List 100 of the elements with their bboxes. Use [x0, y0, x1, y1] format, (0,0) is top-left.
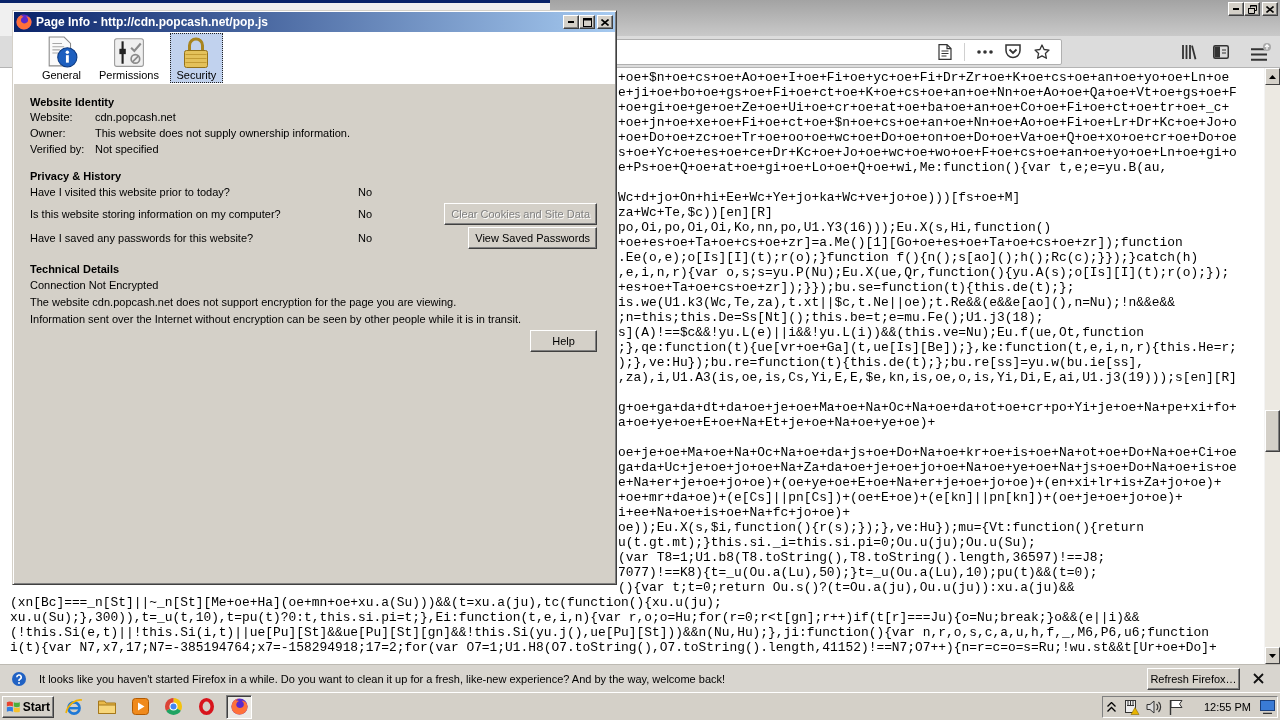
refresh-button[interactable]: Refresh Firefox…	[1147, 667, 1240, 690]
up-triangle-icon	[1269, 74, 1276, 79]
code-line: (){var t;t=0;return Ou.s()?(t=Ou.a(ju),Ou.u(ju)):xu.a(ju)&&	[618, 580, 1075, 595]
section-heading: Website Identity	[30, 95, 116, 109]
code-line: +es+oe+Ta+oe+cs+oe+zr]);}});bu.se=function(t){this.de(t);};	[618, 280, 1075, 295]
close-icon[interactable]	[1253, 673, 1264, 684]
network-warning-icon[interactable]	[1123, 698, 1140, 715]
code-line: g+oe+ga+da+dt+da+oe+je+oe+Ma+oe+Na+Oc+Na+oe+da+ot+oe+cr+po+Yi+je+oe+Na+pe+xi+fo+	[618, 400, 1237, 415]
down-triangle-icon	[1269, 653, 1276, 658]
minimize-icon	[1233, 8, 1239, 10]
dialog-tab[interactable]: Security	[169, 33, 223, 83]
code-line: .Ee(o,e);o[Is][I](t);r(o);}function f(){n();s[ao]();h();Rc(c);}});}catch(h)	[618, 250, 1199, 265]
code-line: u(t.gt.mt);}this.si._i=this.si.pi=0;Ou.u(ju);Ou.u(Su);	[618, 535, 1036, 550]
code-line: 7077)!==K8){t=_u(Ou.a(Lu),50);}t=_u(Ou.a(Lu),10);pu(t)&&(t=0);	[618, 565, 1098, 580]
ellipsis-icon[interactable]	[977, 49, 993, 54]
code-line: e+Na+er+je+oe+jo+oe)+(oe+ye+oe+E+oe+Na+er+je+oe+jo+oe)+(en+xi+lr+is+Za+jo+oe)+	[618, 475, 1222, 490]
four-pane-flag-icon	[6, 699, 21, 714]
shield-chevron-icon[interactable]	[1005, 44, 1021, 59]
dialog-tab[interactable]: General	[35, 33, 88, 83]
scroll-down-button[interactable]	[1265, 647, 1280, 664]
padlock-icon	[183, 36, 210, 68]
question-icon	[12, 671, 26, 686]
o-ring-icon	[198, 698, 214, 715]
code-line: ;},qe:function(t){ue[vr+oe+Ga](t,ue[Is][Be]);},ke:function(t,e,i,n,r){this.He=r;	[618, 340, 1237, 355]
sidebar-icon[interactable]	[1213, 44, 1229, 59]
code-line: e+ji+oe+bo+oe+gs+oe+Fi+oe+ct+oe+K+oe+cs+oe+an+oe+Nn+oe+Ao+oe+Qa+oe+Vt+oe+gs+oe+F	[618, 85, 1237, 100]
scroll-up-button[interactable]	[1265, 68, 1280, 85]
code-line: (xn[Bc]===_n[St]||~_n[St][Me+oe+Ha](oe+mn+oe+xu.a(Su)))&&(t=xu.a(ju),tc(function(){xu.u(ju);	[10, 595, 722, 610]
question-text: Have I visited this website prior to today?	[30, 186, 231, 198]
code-line: i(t){var N7,x7,17;N7=-385194764;x7=-158294918;17=2;for(var O7=1;U1.H8(O7.toString(),O7.toString().length,41152)!==N7;O7++){n=r=c=o=s=Ru;!wu.st&&t[Ur+oe+Do]+	[10, 640, 1217, 655]
code-line: s](A)!==$c&&!yu.L(e)||i&&!yu.L(i))&&(this.ve=Nu);Eu.f(ue,Ot,function	[618, 325, 1145, 340]
code-line: ,e,i,n,r){var o,s;s=yu.P(Nu);Eu.X(ue,Qr,function(){yu.A(s);o[Is][I](t);r(o);});	[618, 265, 1230, 280]
scrollbar-thumb[interactable]	[1265, 410, 1280, 452]
field-label: Website:	[30, 110, 74, 125]
play-icon	[131, 698, 149, 715]
answer-text: No	[358, 232, 373, 244]
answer-text: No	[358, 186, 373, 198]
code-line: +oe+$n+oe+cs+oe+Ao+oe+I+oe+Fi+oe+yc+oe+Fi+Dr+Zr+oe+K+oe+cs+oe+an+oe+yo+oe+Ln+oe	[618, 70, 1230, 85]
desktop-icon[interactable]	[1260, 699, 1275, 714]
field-label: Verified by:	[30, 142, 86, 157]
code-line: i+ee+Na+oe+is+oe+Na+fc+jo+oe)+	[618, 505, 851, 520]
code-line: s+oe+Yc+oe+es+oe+ce+Dr+Kc+oe+Jo+oe+wc+oe+wo+oe+F+oe+cs+oe+an+oe+yo+oe+Ln+oe+gi+o	[618, 145, 1237, 160]
code-line: a+oe+ye+oe+E+oe+Na+Et+je+oe+Na+oe+ye+oe)+	[618, 415, 936, 430]
sliders-icon	[112, 36, 145, 68]
code-line: (!this.Si(e,t)||!this.Si(i,t)||ue[Pu][St]&&ue[Pu][St][gn]&&!this.Si(yu.j(),ue[Pu][St]))&&n(Nu,Hu);},ji:function(){var n,r,o,s,c,a,u,h,f,_,M6,P6,u6;function	[10, 625, 1210, 640]
code-line: Wc+d+jo+On+hi+Ee+Wc+Ye+jo+ka+Wc+ve+jo+oe)))[fs+oe+M]	[618, 190, 1021, 205]
restore-button[interactable]	[1244, 2, 1260, 16]
code-line: +oe+jn+oe+xe+oe+Fi+oe+ct+oe+$n+oe+cs+oe+an+oe+Nn+oe+Ao+oe+Fi+oe+Lr+Dr+Kc+oe+Jo+o	[618, 115, 1237, 130]
start-button[interactable]: Start	[2, 695, 54, 718]
flag-icon[interactable]	[1168, 698, 1183, 715]
dialog-tab[interactable]: Permissions	[93, 33, 165, 83]
view-passwords-button[interactable]: View Saved Passwords	[468, 227, 597, 249]
section-heading: Privacy & History	[30, 169, 123, 183]
code-line: xu.u(Su);},300)),t=_u(t,10),t=pu(t)?0:t,this.si.pi=t;},Ei:function(t,e,i,n){var r,o;o=Hu;for(r=0;r<t[gn];r++)if(t[r]===Ju){o=Nu;break;}o&&(e||i)&&	[10, 610, 1140, 625]
close-button[interactable]	[597, 15, 613, 29]
code-line: );},ve:Hu});bu.re=function(t){this.de(t);};bu.re[ss]=yu.w(bu.ie[ss],	[618, 355, 1145, 370]
answer-text: No	[358, 208, 373, 220]
field-value: This website does not supply ownership information.	[95, 126, 350, 141]
clock-time[interactable]: 12:55 PM	[1203, 700, 1251, 713]
restore-icon	[1247, 4, 1257, 14]
detail-text: Information sent over the Internet without encryption can be seen by other people while it is in transit.	[30, 312, 522, 327]
segmented-circle-icon	[164, 698, 182, 715]
code-line: +oe+Do+oe+zc+oe+Tr+oe+oo+oe+wc+oe+Do+oe+on+oe+Do+oe+Va+oe+Q+oe+xo+oe+cr+oe+Do+oe	[618, 130, 1237, 145]
code-line: ;n=this;this.De=Ss[Nt]();this.be=t;e=mu.Fe();U1.j3(18);	[618, 310, 1044, 325]
code-line: ,za),i,U1.A3(is,oe,is,Cs,Yi,E,E,$e,kn,is,oe,o,is,Yi,Di,E,ai,U1.j3(19)));s[en][R]	[618, 370, 1237, 385]
e-ring-icon	[65, 697, 83, 716]
code-line: ga+da+Uc+je+oe+jo+oe+Na+Za+da+oe+je+oe+jo+oe+Na+oe+ye+oe+Na+js+oe+Do+Na+oe+is+oe	[618, 460, 1237, 475]
close-button[interactable]	[1262, 2, 1278, 16]
detail-text: The website cdn.popcash.net does not support encryption for the page you are viewing.	[30, 295, 458, 310]
code-line: po,Oi,po,Oi,Oi,Ko,nn,po,U1.Y3(16)));Eu.X(s,Hi,function()	[618, 220, 1052, 235]
code-line: +oe+mr+da+oe)+(e[Cs]||pn[Cs])+(oe+E+oe)+(e[kn]||pn[kn])+(oe+je+oe+jo+oe)+	[618, 490, 1183, 505]
fox-globe-icon	[230, 698, 248, 715]
code-line: is.we(U1.k3(Wc,Te,za),t.xt||$c,t.Ne||oe);t.Re&&(e&&e[ao](),n=Nu);!n&&e&&	[618, 295, 1175, 310]
minimize-button[interactable]	[1228, 2, 1244, 16]
scrollbar-track[interactable]	[1264, 68, 1280, 664]
speaker-icon[interactable]	[1145, 699, 1162, 714]
dialog-title: Page Info - http://cdn.popcash.net/pop.js	[36, 15, 268, 29]
minimize-button[interactable]	[563, 15, 579, 29]
minimize-icon	[568, 21, 574, 23]
bookshelf-icon[interactable]	[1181, 43, 1197, 60]
maximize-button[interactable]	[579, 15, 595, 29]
up-caret-icon[interactable]	[1106, 701, 1116, 712]
fox-globe-icon	[16, 14, 32, 30]
code-line: za+Wc+Te,$c))[en][R]	[618, 205, 773, 220]
code-line: +oe+es+oe+Ta+oe+cs+oe+zr]=a.Me()[1][Go+oe+es+oe+Ta+oe+cs+oe+zr]);function	[618, 235, 1183, 250]
detail-text: Connection Not Encrypted	[30, 278, 160, 293]
menu-icon[interactable]	[1251, 42, 1271, 61]
document-lines-icon[interactable]	[938, 43, 952, 60]
question-text: Is this website storing information on my computer?	[30, 208, 282, 220]
maximize-icon	[582, 17, 592, 27]
notification-message: It looks like you haven't started Firefox in a while. Do you want to clean it up for a fresh, like-new experience? And by the way, welcome back!	[39, 672, 726, 685]
code-line: oe));Eu.X(s,$i,function(){r(s);});},ve:Hu});mu={Vt:function(){return	[618, 520, 1145, 535]
code-line: oe+je+oe+Ma+oe+Na+Oc+Na+oe+da+js+oe+Do+Na+oe+kr+oe+is+oe+Na+ot+oe+Do+Na+oe+Ci+oe	[618, 445, 1237, 460]
star-icon[interactable]	[1034, 43, 1050, 60]
question-text: Have I saved any passwords for this website?	[30, 232, 255, 244]
taskbar-button[interactable]	[226, 694, 252, 719]
field-value: Not specified	[95, 142, 159, 157]
close-icon	[601, 18, 609, 26]
code-line: (var T8=1;U1.b8(T8.toString(),T8.toString().length,36597)!==J8;	[618, 550, 1106, 565]
help-button[interactable]: Help	[530, 330, 597, 352]
